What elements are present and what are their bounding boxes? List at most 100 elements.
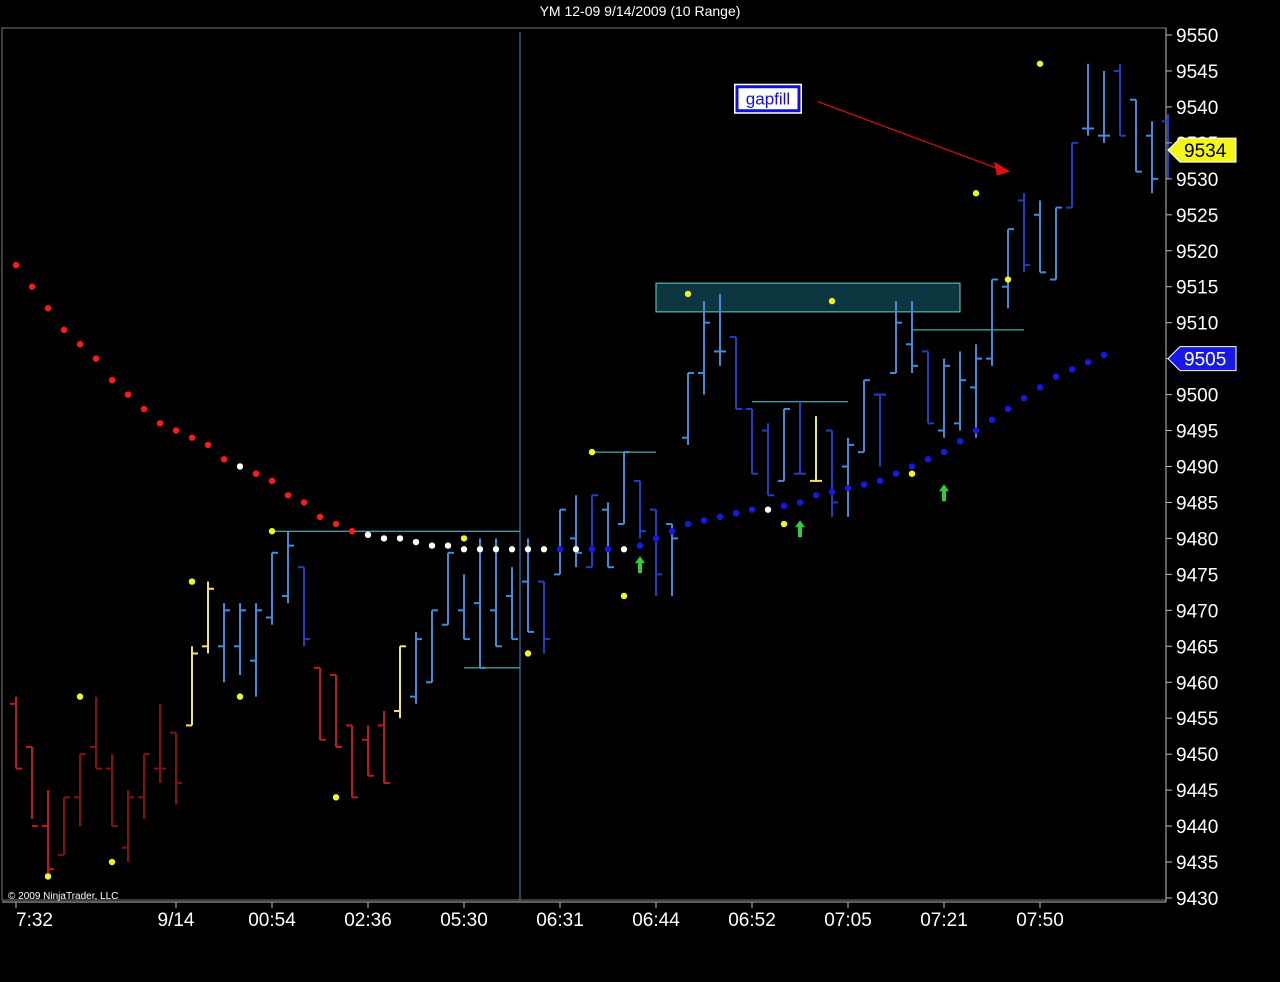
price-bar[interactable] bbox=[138, 753, 150, 819]
price-bar[interactable] bbox=[682, 372, 694, 445]
price-bar[interactable] bbox=[378, 711, 390, 784]
price-bar[interactable] bbox=[1130, 98, 1142, 173]
price-bar[interactable] bbox=[586, 494, 598, 569]
indicator-dot bbox=[796, 499, 804, 506]
price-bar[interactable] bbox=[794, 401, 806, 475]
price-bar[interactable] bbox=[810, 416, 822, 482]
price-chart[interactable]: 9430 9435 9440 9445 9450 9455 9460 9465 9470 9475… bbox=[0, 0, 1280, 982]
price-bar[interactable] bbox=[218, 603, 230, 683]
price-bar[interactable] bbox=[554, 508, 566, 576]
price-bar[interactable] bbox=[250, 603, 262, 697]
price-bar[interactable] bbox=[874, 393, 886, 467]
y-tick-label: 9455 bbox=[1176, 709, 1218, 730]
price-bar[interactable] bbox=[522, 538, 534, 633]
indicator-dot bbox=[28, 283, 36, 290]
price-bar[interactable] bbox=[730, 336, 742, 410]
price-bar[interactable] bbox=[826, 429, 838, 517]
price-bar[interactable] bbox=[602, 502, 614, 569]
price-bar[interactable] bbox=[538, 580, 550, 654]
price-bar[interactable] bbox=[74, 753, 86, 827]
price-bar[interactable] bbox=[698, 301, 710, 395]
x-tick-label: 06:31 bbox=[536, 910, 584, 931]
price-bar[interactable] bbox=[922, 350, 934, 425]
indicator-dot bbox=[156, 420, 164, 427]
price-bar[interactable] bbox=[122, 790, 134, 863]
swing-point-dot bbox=[44, 873, 52, 880]
y-tick-label: 9430 bbox=[1176, 889, 1218, 910]
price-bar[interactable] bbox=[282, 531, 294, 604]
price-bar[interactable] bbox=[298, 566, 310, 647]
price-bar[interactable] bbox=[42, 790, 54, 877]
price-bar[interactable] bbox=[234, 603, 246, 676]
price-bar[interactable] bbox=[970, 344, 982, 438]
price-bar[interactable] bbox=[154, 703, 166, 783]
indicator-dot bbox=[76, 341, 84, 348]
price-bar[interactable] bbox=[618, 451, 630, 526]
indicator-dot bbox=[12, 261, 20, 269]
price-bar[interactable] bbox=[938, 358, 950, 438]
indicator-dot bbox=[380, 535, 388, 542]
swing-point-dot bbox=[236, 693, 244, 700]
price-bar[interactable] bbox=[1050, 206, 1062, 281]
price-bar[interactable] bbox=[106, 754, 118, 828]
price-bar[interactable] bbox=[506, 567, 518, 641]
gapfill-annotation[interactable]: gapfill bbox=[734, 83, 1010, 176]
price-bar[interactable] bbox=[954, 351, 966, 431]
price-bar[interactable] bbox=[490, 538, 502, 648]
indicator-dot bbox=[716, 513, 724, 521]
price-bar[interactable] bbox=[1018, 193, 1030, 273]
price-bar[interactable] bbox=[570, 495, 582, 568]
price-bar[interactable] bbox=[458, 574, 470, 641]
price-bar[interactable] bbox=[1146, 121, 1158, 194]
price-bar[interactable] bbox=[1082, 63, 1094, 136]
price-bar[interactable] bbox=[650, 508, 662, 596]
arrow-head bbox=[939, 484, 949, 492]
y-tick-label: 9460 bbox=[1176, 673, 1218, 694]
y-tick-label: 9525 bbox=[1176, 206, 1218, 227]
indicator-dot bbox=[780, 502, 788, 510]
price-bar[interactable] bbox=[1066, 141, 1078, 209]
price-bar[interactable] bbox=[986, 278, 998, 366]
price-bar[interactable] bbox=[1098, 70, 1110, 143]
price-bar[interactable] bbox=[346, 724, 358, 799]
price-bar[interactable] bbox=[1002, 228, 1014, 309]
price-bar[interactable] bbox=[426, 609, 438, 684]
price-bar[interactable] bbox=[186, 646, 198, 727]
price-bar[interactable] bbox=[778, 407, 790, 482]
y-tick-label: 9445 bbox=[1176, 781, 1218, 802]
price-bar[interactable] bbox=[1034, 200, 1046, 274]
price-bar[interactable] bbox=[666, 523, 678, 596]
swing-point-dot bbox=[1036, 60, 1044, 67]
price-bar[interactable] bbox=[314, 666, 326, 741]
price-bar[interactable] bbox=[90, 696, 102, 770]
price-bar[interactable] bbox=[10, 696, 22, 770]
indicator-dot bbox=[236, 463, 244, 470]
price-bar[interactable] bbox=[170, 731, 182, 805]
price-bar[interactable] bbox=[410, 631, 422, 704]
price-bar[interactable] bbox=[634, 479, 646, 539]
indicator-dot bbox=[812, 492, 820, 499]
price-bar[interactable] bbox=[266, 551, 278, 625]
indicator-dot bbox=[652, 535, 660, 542]
price-bar[interactable] bbox=[330, 674, 342, 748]
y-tick-label: 9470 bbox=[1176, 601, 1218, 622]
price-bar[interactable] bbox=[842, 437, 854, 517]
swing-point-dot bbox=[684, 290, 692, 298]
indicator-dot bbox=[460, 546, 468, 553]
price-bar[interactable] bbox=[58, 796, 70, 856]
price-bar[interactable] bbox=[474, 538, 486, 669]
price-bar[interactable] bbox=[746, 407, 758, 475]
price-bar[interactable] bbox=[362, 725, 374, 777]
indicator-dot bbox=[508, 546, 516, 553]
indicator-dot bbox=[892, 470, 900, 477]
price-bar[interactable] bbox=[762, 423, 774, 497]
price-bar[interactable] bbox=[394, 645, 406, 719]
up-arrow-icon bbox=[795, 520, 805, 538]
price-bar[interactable] bbox=[26, 745, 38, 828]
indicator-dot bbox=[844, 484, 852, 492]
price-bar[interactable] bbox=[442, 551, 454, 626]
price-bar[interactable] bbox=[858, 379, 870, 454]
x-tick-label: 7:32 bbox=[16, 910, 53, 931]
price-bar[interactable] bbox=[1114, 63, 1126, 137]
price-bar[interactable] bbox=[202, 581, 214, 654]
